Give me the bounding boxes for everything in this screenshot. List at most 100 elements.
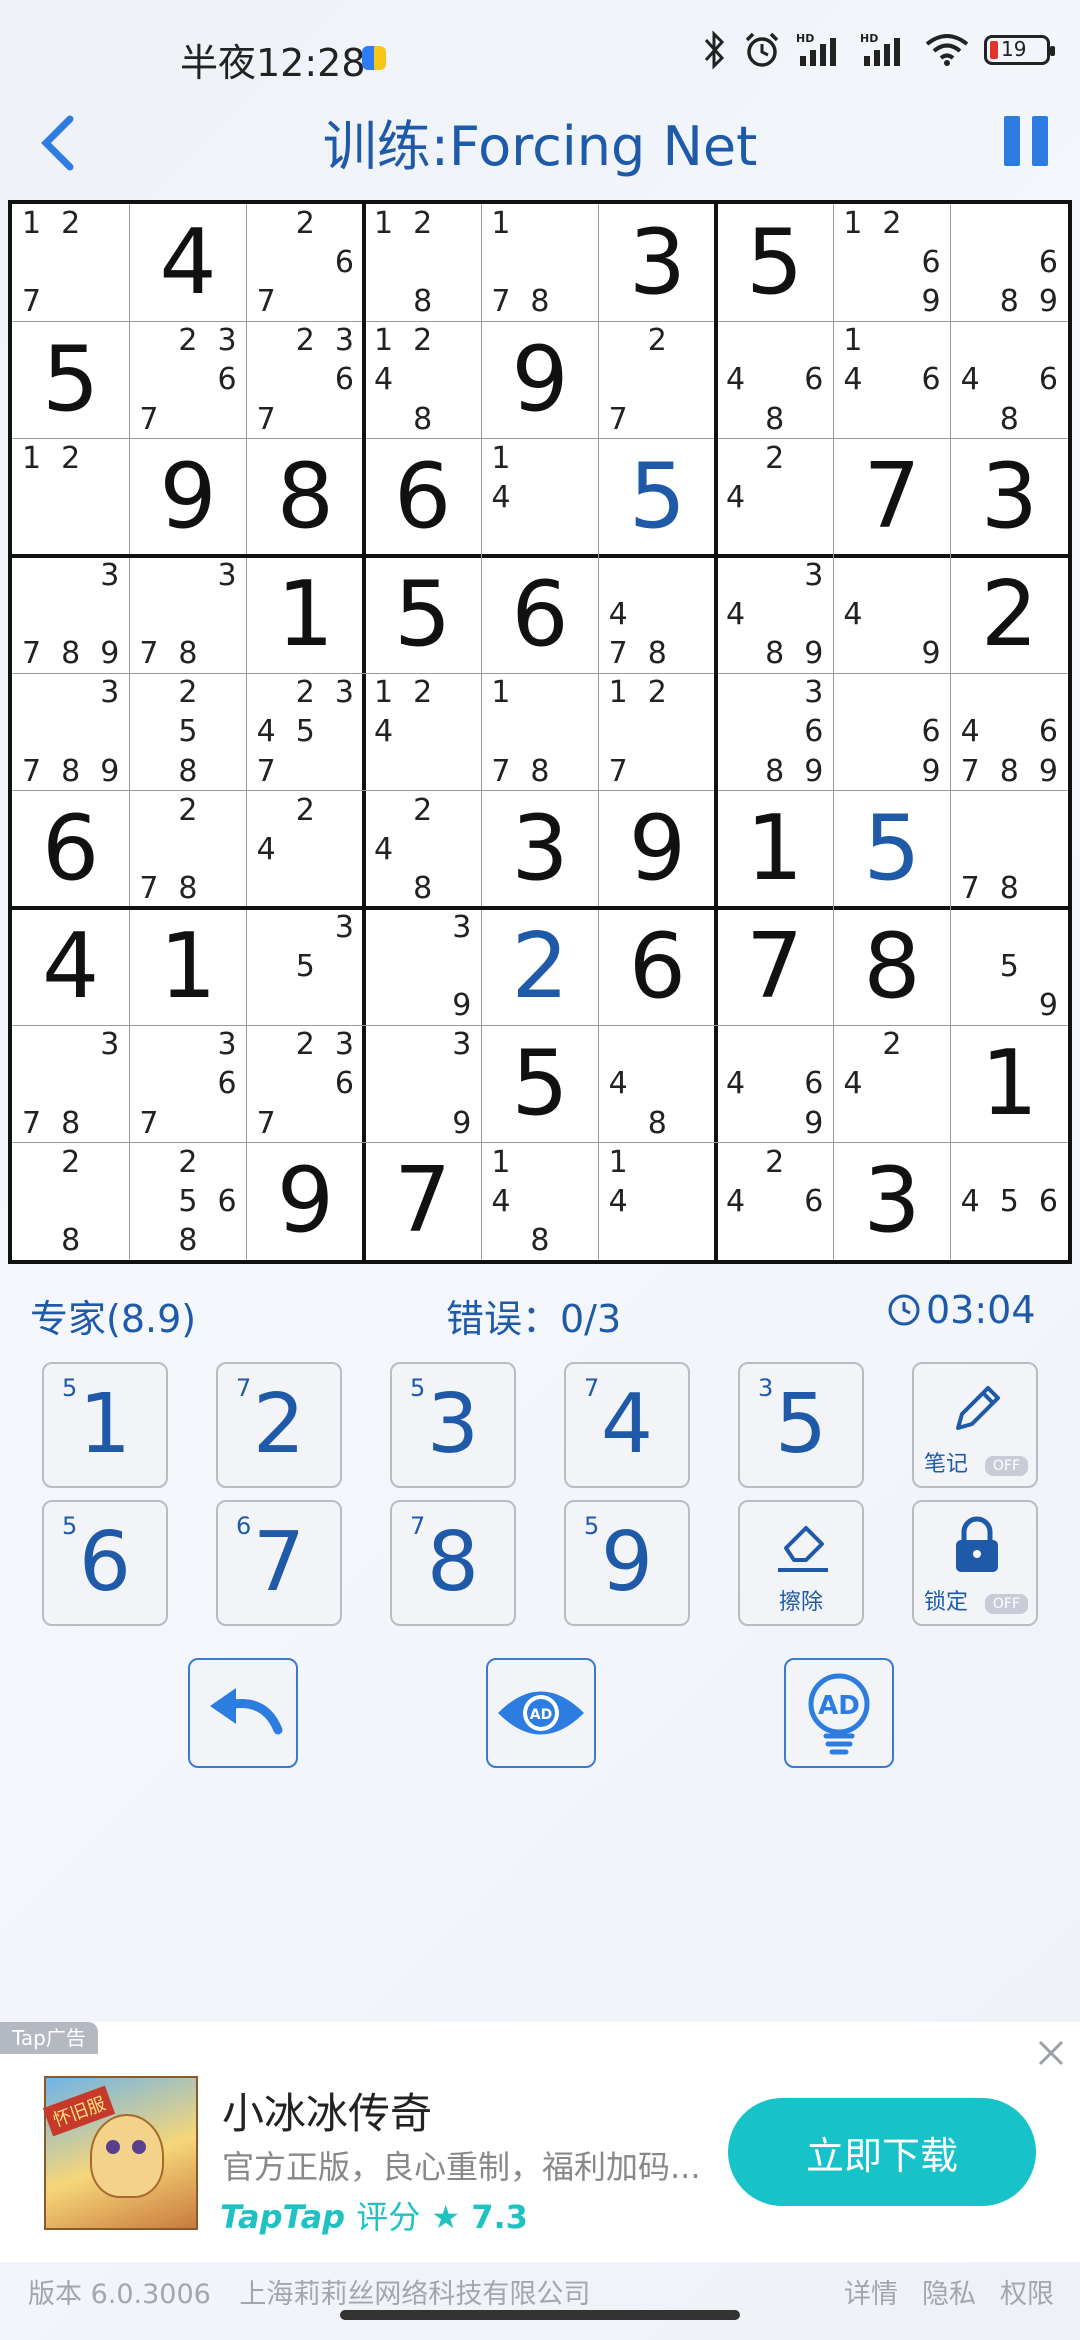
sudoku-cell[interactable]: 78: [951, 791, 1068, 908]
sudoku-cell[interactable]: 3689: [716, 673, 833, 790]
sudoku-cell[interactable]: 48: [599, 1025, 716, 1142]
number-key[interactable]: 35: [390, 1362, 516, 1488]
number-key[interactable]: 87: [390, 1500, 516, 1626]
sudoku-cell[interactable]: 14 6: [833, 321, 950, 438]
sudoku-cell[interactable]: 1: [129, 908, 246, 1025]
sudoku-cell[interactable]: 689: [951, 204, 1068, 321]
sudoku-cell[interactable]: 6: [12, 791, 129, 908]
sudoku-cell[interactable]: 6: [599, 908, 716, 1025]
notes-button[interactable]: 笔记 OFF: [912, 1362, 1038, 1488]
sudoku-cell[interactable]: 2568: [129, 1143, 246, 1260]
sudoku-cell[interactable]: 49: [833, 556, 950, 673]
sudoku-cell[interactable]: 3 78: [12, 1025, 129, 1142]
sudoku-cell[interactable]: 36 7: [129, 1025, 246, 1142]
sudoku-cell[interactable]: 6: [364, 439, 481, 556]
sudoku-cell[interactable]: 39: [364, 1025, 481, 1142]
lock-button[interactable]: 锁定 OFF: [912, 1500, 1038, 1626]
number-key[interactable]: 95: [564, 1500, 690, 1626]
number-key[interactable]: 47: [564, 1362, 690, 1488]
sudoku-cell[interactable]: 26 7: [247, 204, 364, 321]
sudoku-cell[interactable]: 3 489: [716, 556, 833, 673]
sudoku-cell[interactable]: 4 68: [716, 321, 833, 438]
sudoku-cell[interactable]: 35: [247, 908, 364, 1025]
sudoku-cell[interactable]: 14: [481, 439, 598, 556]
sudoku-cell[interactable]: 4 68: [951, 321, 1068, 438]
sudoku-cell[interactable]: 69: [833, 673, 950, 790]
sudoku-cell[interactable]: 3 789: [12, 556, 129, 673]
sudoku-cell[interactable]: 1 78: [481, 204, 598, 321]
sudoku-cell[interactable]: 2 78: [129, 791, 246, 908]
sudoku-cell[interactable]: 236 7: [247, 1025, 364, 1142]
sudoku-cell[interactable]: 5: [12, 321, 129, 438]
number-key[interactable]: 27: [216, 1362, 342, 1488]
sudoku-cell[interactable]: 1: [951, 1025, 1068, 1142]
pause-button[interactable]: [1000, 110, 1054, 170]
sudoku-cell[interactable]: 39: [364, 908, 481, 1025]
sudoku-cell[interactable]: 5: [599, 439, 716, 556]
sudoku-cell[interactable]: 1: [716, 791, 833, 908]
sudoku-cell[interactable]: 9: [599, 791, 716, 908]
sudoku-cell[interactable]: 5: [716, 204, 833, 321]
sudoku-cell[interactable]: 236 7: [247, 321, 364, 438]
sudoku-cell[interactable]: 24: [247, 791, 364, 908]
sudoku-cell[interactable]: 148: [481, 1143, 598, 1260]
sudoku-cell[interactable]: 248: [364, 791, 481, 908]
home-indicator[interactable]: [340, 2310, 740, 2320]
sudoku-cell[interactable]: 5: [481, 1025, 598, 1142]
sudoku-cell[interactable]: 24 6: [716, 1143, 833, 1260]
ad-close-button[interactable]: [1036, 2038, 1066, 2068]
download-button[interactable]: 立即下载: [728, 2098, 1036, 2206]
number-key[interactable]: 76: [216, 1500, 342, 1626]
sudoku-cell[interactable]: 2: [481, 908, 598, 1025]
undo-button[interactable]: [188, 1658, 298, 1768]
sudoku-cell[interactable]: 5: [364, 556, 481, 673]
sudoku-cell[interactable]: 2: [951, 556, 1068, 673]
sudoku-cell[interactable]: 7: [364, 1143, 481, 1260]
reveal-ad-button[interactable]: AD: [486, 1658, 596, 1768]
sudoku-cell[interactable]: 3 78: [129, 556, 246, 673]
sudoku-cell[interactable]: 3: [833, 1143, 950, 1260]
sudoku-cell[interactable]: 12: [12, 439, 129, 556]
sudoku-cell[interactable]: 1 78: [481, 673, 598, 790]
number-key[interactable]: 15: [42, 1362, 168, 1488]
sudoku-cell[interactable]: 6: [481, 556, 598, 673]
sudoku-cell[interactable]: 23 457: [247, 673, 364, 790]
sudoku-cell[interactable]: 3: [599, 204, 716, 321]
sudoku-cell[interactable]: 8: [247, 439, 364, 556]
sudoku-cell[interactable]: 27: [599, 321, 716, 438]
sudoku-cell[interactable]: 59: [951, 908, 1068, 1025]
sudoku-cell[interactable]: 4 69: [716, 1025, 833, 1142]
erase-button[interactable]: 擦除: [738, 1500, 864, 1626]
sudoku-cell[interactable]: 4: [12, 908, 129, 1025]
number-key[interactable]: 65: [42, 1500, 168, 1626]
sudoku-cell[interactable]: 456: [951, 1143, 1068, 1260]
privacy-link[interactable]: 隐私: [922, 2272, 976, 2311]
sudoku-cell[interactable]: 258: [129, 673, 246, 790]
sudoku-cell[interactable]: 7: [833, 439, 950, 556]
hint-ad-button[interactable]: AD: [784, 1658, 894, 1768]
sudoku-cell[interactable]: 1248: [364, 321, 481, 438]
sudoku-cell[interactable]: 3: [951, 439, 1068, 556]
ad-app-icon[interactable]: 怀旧服: [42, 2076, 198, 2230]
sudoku-cell[interactable]: 9: [129, 439, 246, 556]
sudoku-cell[interactable]: 9: [481, 321, 598, 438]
sudoku-cell[interactable]: 4: [129, 204, 246, 321]
sudoku-cell[interactable]: 28: [12, 1143, 129, 1260]
sudoku-cell[interactable]: 1: [247, 556, 364, 673]
sudoku-cell[interactable]: 12 8: [364, 204, 481, 321]
sudoku-cell[interactable]: 12 7: [12, 204, 129, 321]
number-key[interactable]: 53: [738, 1362, 864, 1488]
details-link[interactable]: 详情: [844, 2272, 898, 2311]
sudoku-cell[interactable]: 24: [833, 1025, 950, 1142]
sudoku-cell[interactable]: 3 789: [12, 673, 129, 790]
sudoku-cell[interactable]: 24: [716, 439, 833, 556]
sudoku-cell[interactable]: 7: [716, 908, 833, 1025]
sudoku-cell[interactable]: 5: [833, 791, 950, 908]
sudoku-cell[interactable]: 8: [833, 908, 950, 1025]
permissions-link[interactable]: 权限: [1000, 2272, 1054, 2311]
sudoku-cell[interactable]: 9: [247, 1143, 364, 1260]
sudoku-cell[interactable]: 12 7: [599, 673, 716, 790]
sudoku-cell[interactable]: 14: [599, 1143, 716, 1260]
sudoku-cell[interactable]: 478: [599, 556, 716, 673]
sudoku-cell[interactable]: 1269: [833, 204, 950, 321]
